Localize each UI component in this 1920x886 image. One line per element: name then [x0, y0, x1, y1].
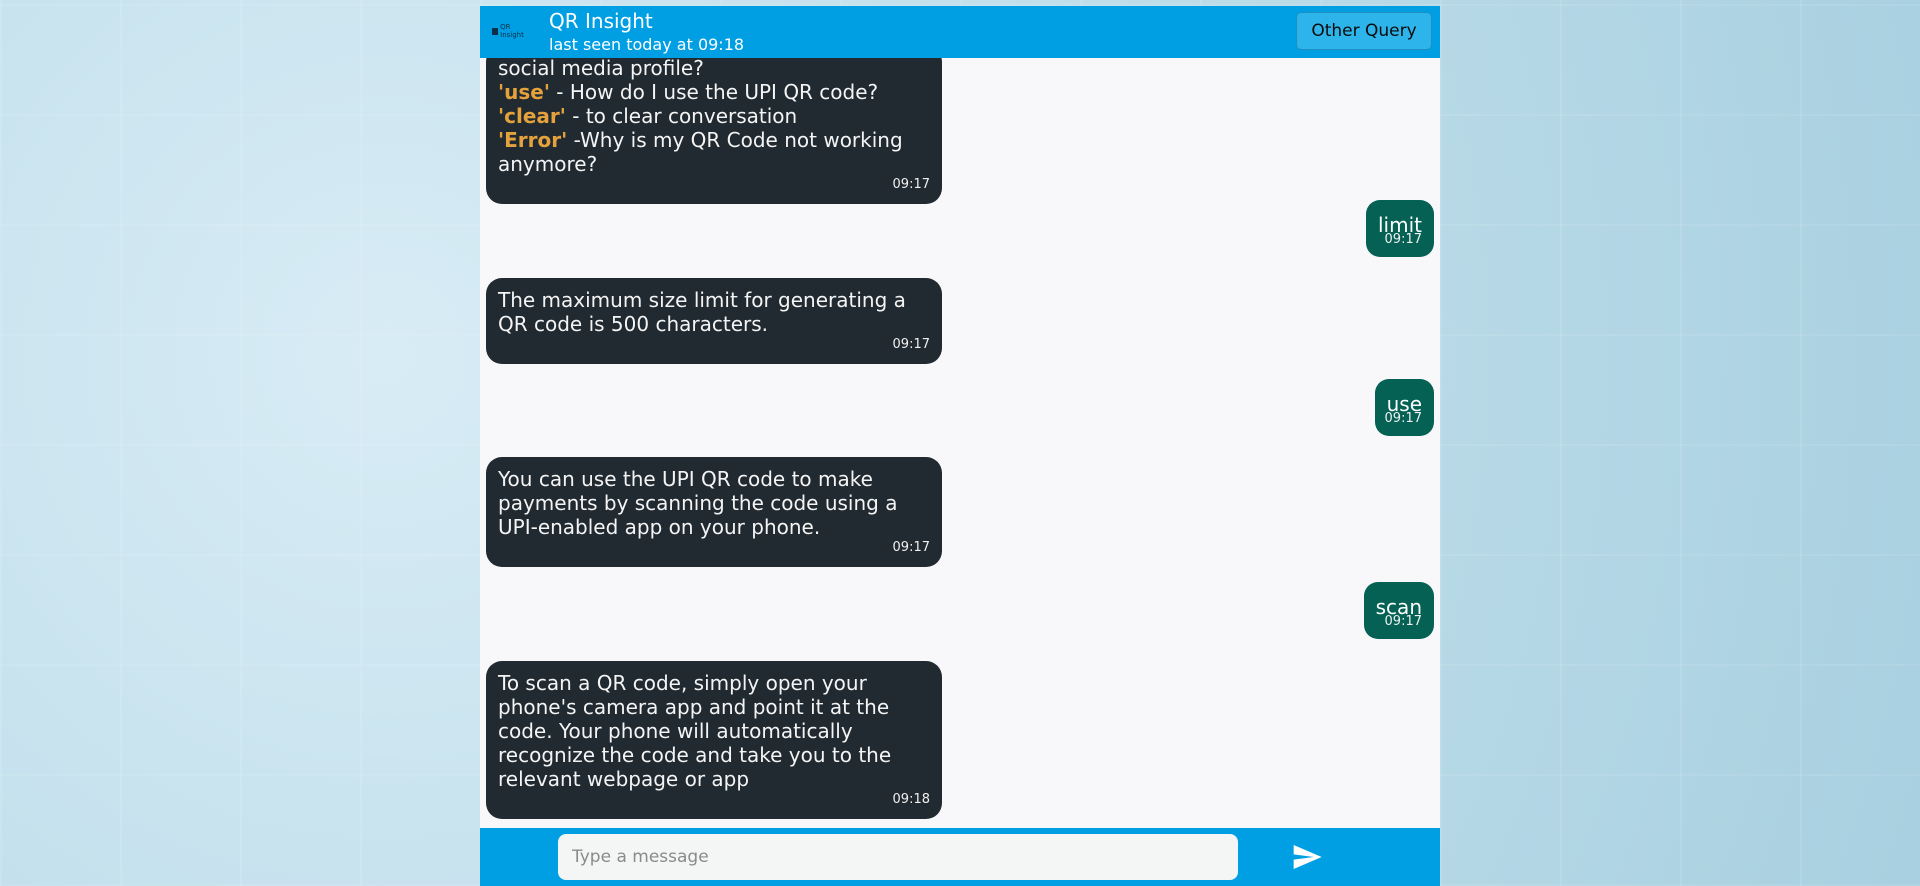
keyword: 'clear'	[498, 104, 566, 128]
chat-app: QR Insight QR Insight last seen today at…	[480, 6, 1440, 886]
message-line: 'use' - How do I use the UPI QR code?	[498, 80, 930, 104]
message-time: 09:18	[892, 792, 930, 807]
message-line: 'clear' - to clear conversation	[498, 104, 930, 128]
message-text: You can use the UPI QR code to make paym…	[498, 467, 898, 539]
message-input[interactable]	[558, 834, 1238, 880]
qr-insight-logo: QR Insight	[492, 21, 532, 41]
message-text: To scan a QR code, simply open your phon…	[498, 671, 892, 791]
message-time: 09:17	[892, 337, 930, 352]
last-seen-status: last seen today at 09:18	[549, 35, 745, 54]
message-text: The maximum size limit for generating a …	[498, 288, 906, 336]
logo-text: QR Insight	[500, 23, 524, 39]
user-message: scan 09:17	[1363, 582, 1434, 639]
message-list[interactable]: social media profile? 'use' - How do I u…	[480, 58, 1440, 828]
message-line-text: - How do I use the UPI QR code?	[549, 80, 879, 104]
message-text: social media profile?	[498, 58, 704, 80]
message-line-text: - to clear conversation	[565, 104, 798, 128]
bot-message: social media profile? 'use' - How do I u…	[486, 58, 942, 204]
bot-message: You can use the UPI QR code to make paym…	[486, 457, 942, 567]
bot-message: The maximum size limit for generating a …	[486, 278, 942, 364]
user-message: limit 09:17	[1366, 200, 1434, 257]
message-time: 09:17	[1384, 614, 1422, 629]
send-icon[interactable]	[1291, 841, 1323, 873]
message-time: 09:17	[1384, 411, 1422, 426]
chat-title: QR Insight	[549, 9, 653, 33]
user-message: use 09:17	[1374, 379, 1434, 436]
other-query-button[interactable]: Other Query	[1296, 12, 1432, 50]
chat-header: QR Insight QR Insight last seen today at…	[480, 6, 1440, 58]
message-time: 09:17	[892, 540, 930, 555]
logo-mark-icon	[492, 27, 499, 35]
bot-message: To scan a QR code, simply open your phon…	[486, 661, 942, 819]
keyword: 'use'	[498, 80, 550, 104]
keyword: 'Error'	[498, 128, 568, 152]
message-line: 'Error' -Why is my QR Code not working a…	[498, 128, 930, 176]
composer-bar	[480, 828, 1440, 886]
message-time: 09:17	[1384, 232, 1422, 247]
message-time: 09:17	[892, 177, 930, 192]
